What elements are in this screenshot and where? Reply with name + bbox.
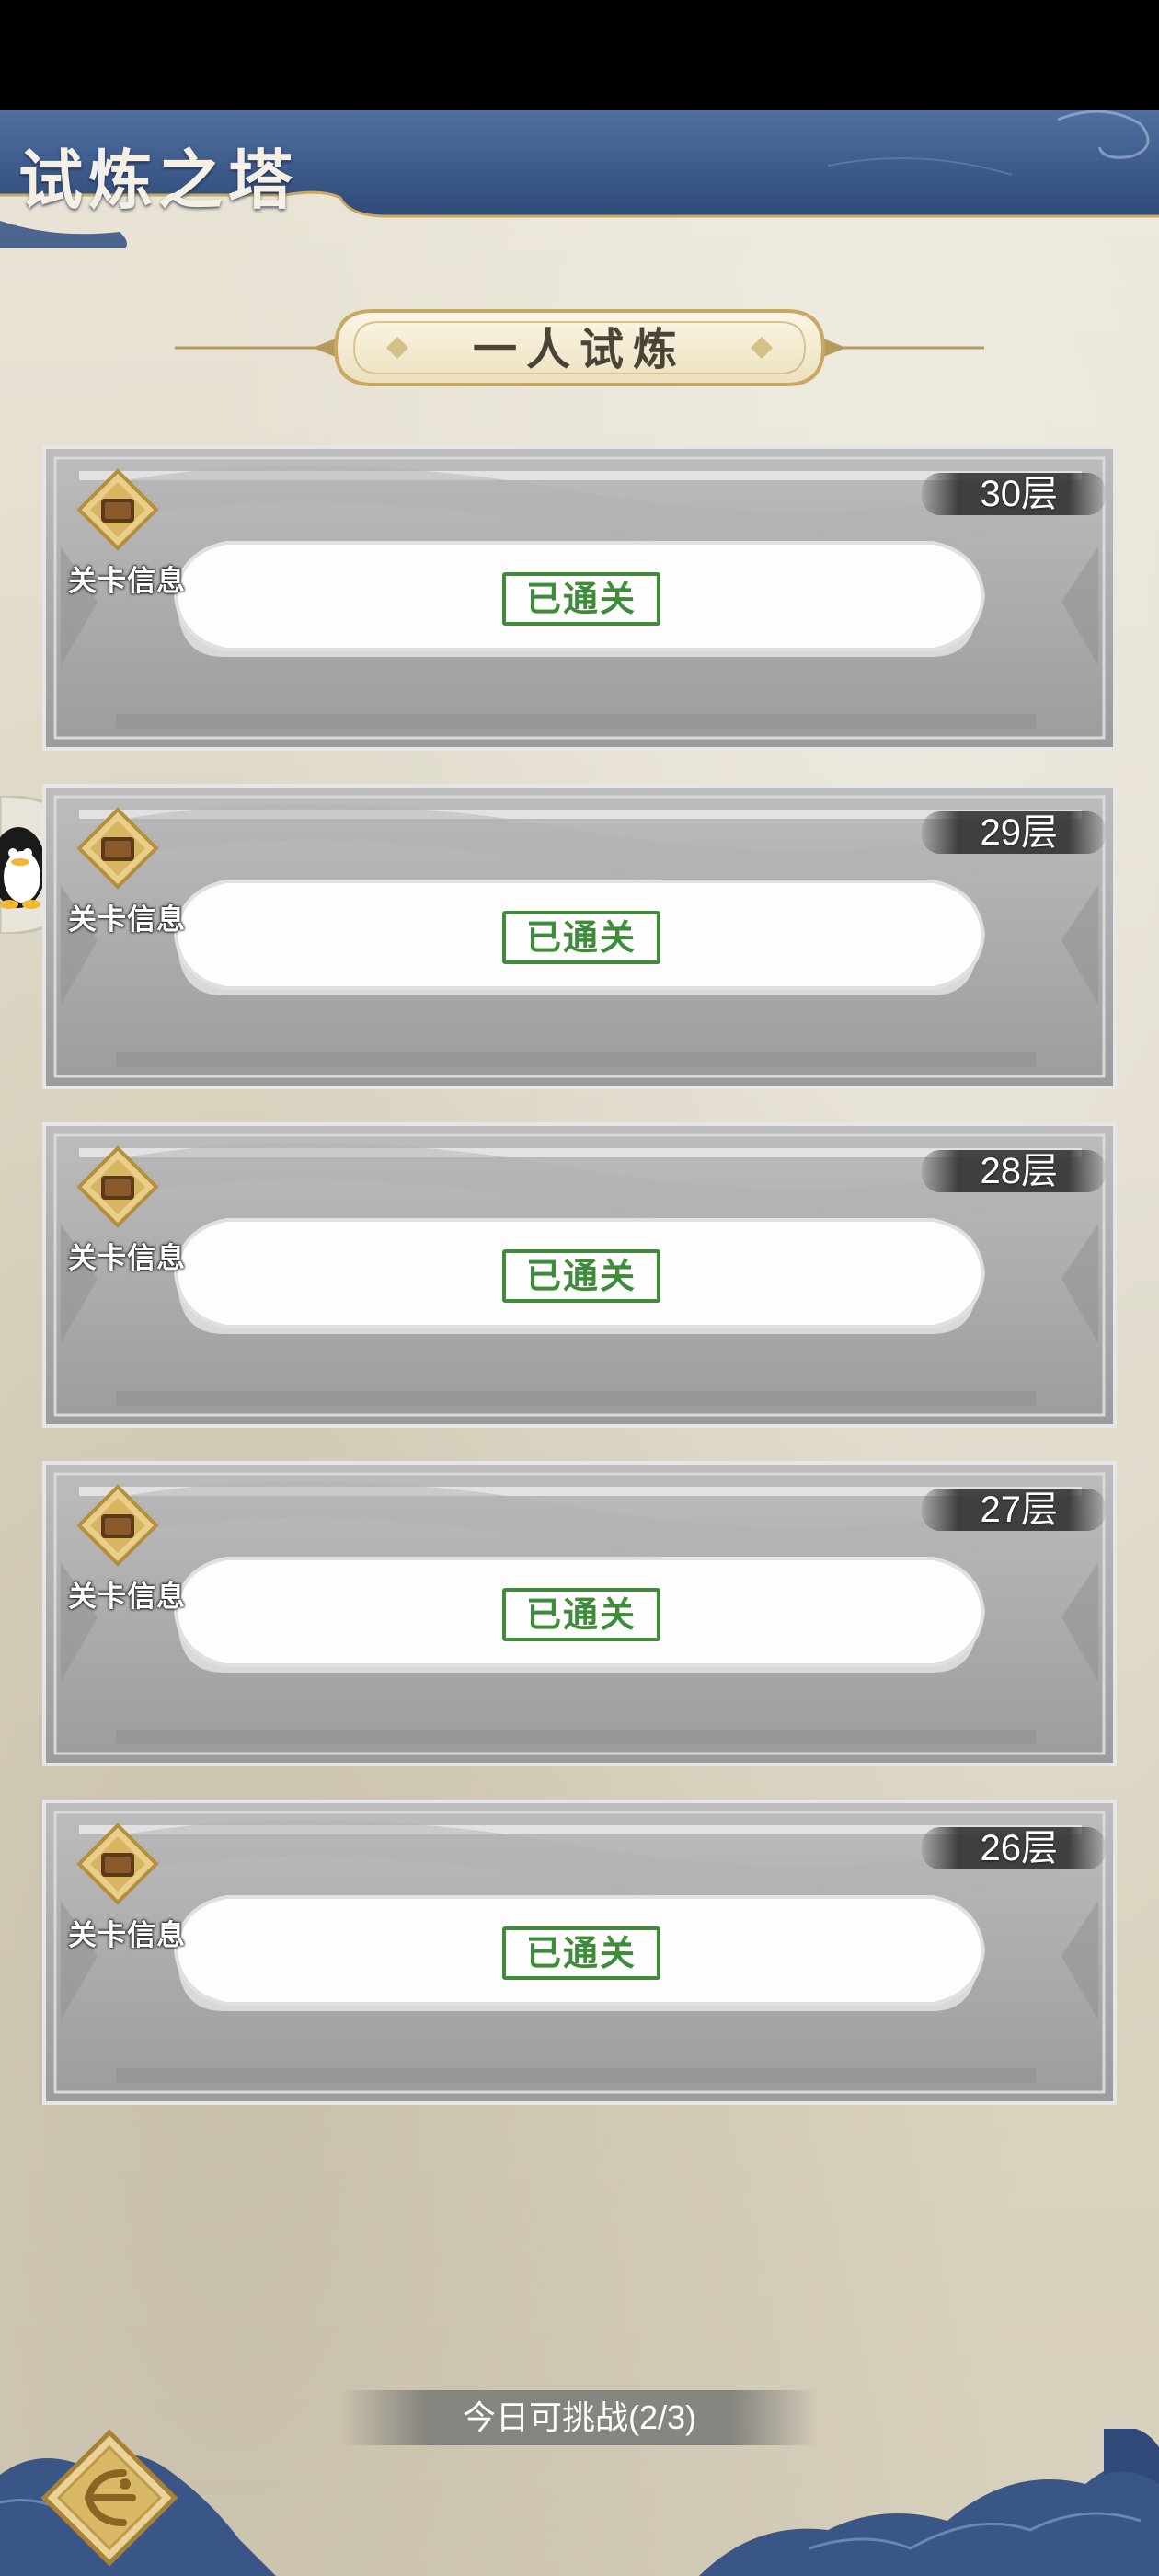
trial-tower-screen: 试炼之塔 一人试炼 30层 关卡信息 已通关 29层 关卡信息 已通关 28层 … [0,110,1159,2576]
floor-label: 27层 [980,1489,1059,1530]
floor-card[interactable]: 28层 关卡信息 已通关 [42,1122,1117,1428]
scroll-icon [76,1484,159,1567]
stage-info-button[interactable]: 关卡信息 [53,1481,185,1614]
cleared-stamp: 已通关 [502,1588,660,1641]
status-bar [0,0,1159,110]
stage-info-button[interactable]: 关卡信息 [53,466,185,598]
floor-card[interactable]: 30层 关卡信息 已通关 [42,445,1117,751]
stage-info-button[interactable]: 关卡信息 [53,1820,185,1952]
challenge-counter: 今日可挑战(2/3) [462,2398,697,2436]
cleared-stamp: 已通关 [502,1926,660,1980]
scroll-icon [76,1823,159,1905]
floor-card[interactable]: 27层 关卡信息 已通关 [42,1461,1117,1766]
stage-info-button[interactable]: 关卡信息 [53,1143,185,1275]
scroll-icon [76,1145,159,1228]
cleared-stamp: 已通关 [502,572,660,626]
floor-label: 28层 [980,1151,1059,1191]
cleared-stamp: 已通关 [502,911,660,964]
scroll-icon [76,807,159,890]
back-button[interactable] [40,2429,178,2567]
back-arrow-icon [40,2429,178,2567]
stage-info-label: 关卡信息 [68,1581,186,1614]
floor-list: 30层 关卡信息 已通关 29层 关卡信息 已通关 28层 关卡信息 已通关 2… [0,110,1159,2318]
stage-info-label: 关卡信息 [68,1242,186,1275]
stage-info-button[interactable]: 关卡信息 [53,804,185,937]
stage-info-label: 关卡信息 [68,1919,186,1952]
stage-info-label: 关卡信息 [68,565,186,598]
floor-label: 30层 [980,474,1059,514]
floor-label: 26层 [980,1828,1059,1869]
floor-card[interactable]: 29层 关卡信息 已通关 [42,784,1117,1089]
stage-info-label: 关卡信息 [68,903,186,937]
floor-card[interactable]: 26层 关卡信息 已通关 [42,1800,1117,2105]
scroll-icon [76,468,159,551]
floor-label: 29层 [980,812,1059,853]
cleared-stamp: 已通关 [502,1249,660,1303]
